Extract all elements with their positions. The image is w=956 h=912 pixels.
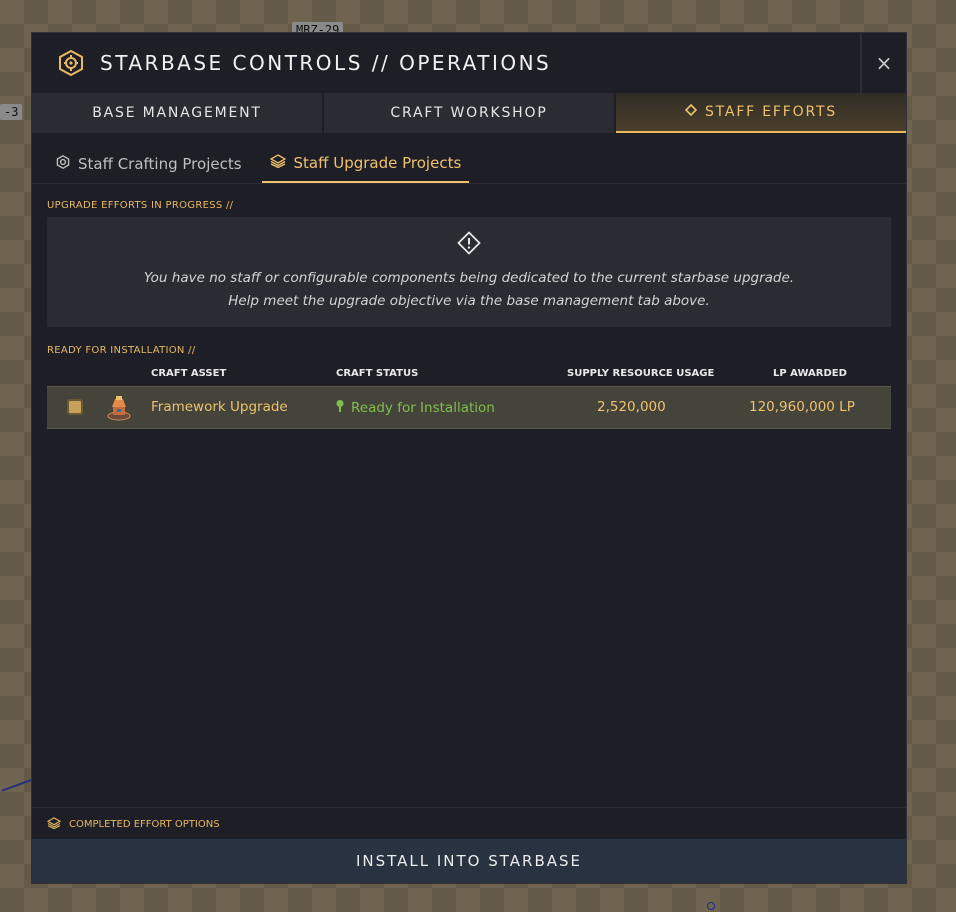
- upgrade-efforts-label: UPGRADE EFFORTS IN PROGRESS //: [47, 200, 234, 211]
- ready-status-icon: [335, 399, 345, 417]
- close-button[interactable]: ×: [860, 33, 906, 93]
- column-header-craft-status: CRAFT STATUS: [336, 368, 419, 379]
- install-button-label: INSTALL INTO STARBASE: [355, 852, 583, 870]
- empty-state-box: You have no staff or configurable compon…: [47, 217, 891, 327]
- column-header-supply-usage: SUPPLY RESOURCE USAGE: [567, 368, 715, 379]
- starbase-controls-modal: STARBASE CONTROLS // OPERATIONS × BASE M…: [31, 32, 907, 884]
- empty-state-hint: Help meet the upgrade objective via the …: [228, 293, 710, 309]
- tab-label: STAFF EFFORTS: [704, 104, 837, 120]
- column-header-craft-asset: CRAFT ASSET: [151, 368, 227, 379]
- framework-upgrade-icon: [104, 393, 134, 423]
- craft-asset-name: Framework Upgrade: [151, 399, 288, 415]
- row-checkbox[interactable]: [67, 399, 83, 415]
- install-into-starbase-button[interactable]: INSTALL INTO STARBASE: [32, 839, 906, 883]
- main-tab-bar: BASE MANAGEMENT CRAFT WORKSHOP STAFF EFF…: [32, 93, 906, 133]
- craft-status: Ready for Installation: [335, 399, 495, 417]
- layers-icon: [269, 154, 286, 172]
- craft-status-text: Ready for Installation: [351, 400, 495, 416]
- warning-icon: [457, 231, 481, 259]
- ready-for-installation-label: READY FOR INSTALLATION //: [47, 345, 196, 356]
- tab-staff-upgrade-projects[interactable]: Staff Upgrade Projects: [261, 153, 470, 183]
- tab-label: BASE MANAGEMENT: [92, 105, 262, 121]
- layers-icon: [46, 816, 62, 832]
- page-title: STARBASE CONTROLS // OPERATIONS: [100, 51, 552, 75]
- diamond-icon: [684, 103, 698, 120]
- lp-awarded: 120,960,000 LP: [749, 399, 855, 415]
- map-coordinate-label: -3: [0, 104, 22, 120]
- table-header: CRAFT ASSET CRAFT STATUS SUPPLY RESOURCE…: [47, 356, 891, 386]
- completed-effort-options[interactable]: COMPLETED EFFORT OPTIONS: [32, 807, 906, 840]
- tab-staff-efforts[interactable]: STAFF EFFORTS: [616, 93, 906, 133]
- map-marker[interactable]: [707, 902, 715, 910]
- table-row[interactable]: Framework Upgrade Ready for Installation…: [47, 386, 891, 429]
- column-header-lp-awarded: LP AWARDED: [773, 368, 847, 379]
- modal-header: STARBASE CONTROLS // OPERATIONS ×: [32, 33, 906, 93]
- completed-effort-options-label: COMPLETED EFFORT OPTIONS: [69, 818, 220, 830]
- close-icon: ×: [875, 51, 893, 75]
- starbase-gear-icon: [58, 50, 84, 76]
- sub-tab-bar: Staff Crafting Projects Staff Upgrade Pr…: [32, 133, 906, 184]
- supply-resource-usage: 2,520,000: [597, 399, 666, 415]
- sub-tab-label: Staff Crafting Projects: [78, 155, 242, 173]
- tab-label: CRAFT WORKSHOP: [390, 105, 548, 121]
- tab-staff-crafting-projects[interactable]: Staff Crafting Projects: [48, 153, 250, 183]
- gear-icon: [56, 154, 70, 173]
- empty-state-message: You have no staff or configurable compon…: [143, 270, 795, 286]
- sub-tab-label: Staff Upgrade Projects: [293, 154, 462, 172]
- map-route-line: [1, 778, 35, 792]
- tab-craft-workshop[interactable]: CRAFT WORKSHOP: [324, 93, 616, 133]
- tab-base-management[interactable]: BASE MANAGEMENT: [32, 93, 324, 133]
